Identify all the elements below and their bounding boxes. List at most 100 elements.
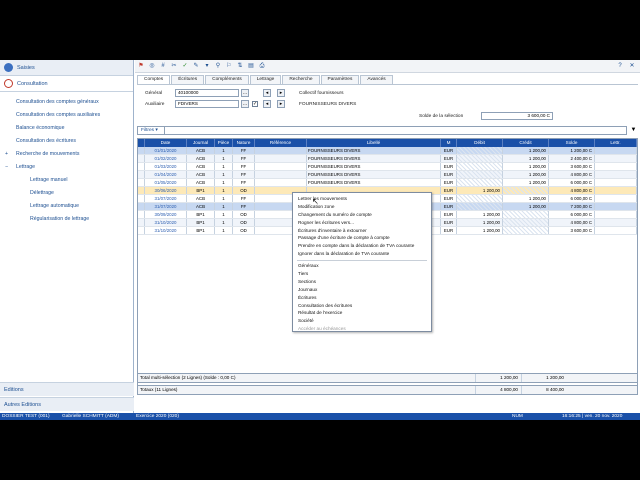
table-row[interactable]: 01/05/2020 ACB 1 FF FOURNISSEURS DIVERS EUR 1 … [138,179,637,187]
flag-icon[interactable]: ⚑ [137,62,145,70]
col-select[interactable] [138,139,145,147]
cell-credit: 1 200,00 [503,155,549,162]
sidebar-item-comptes-auxiliaires[interactable]: Consultation des comptes auxiliaires [0,108,133,121]
tools-icon[interactable]: ✂ [170,62,178,70]
sidebar-header-saisies[interactable]: Saisies [0,60,133,76]
tab-complements[interactable]: Compléments [205,75,249,84]
context-menu-item[interactable]: Tiers [293,270,431,278]
check-icon[interactable]: ✓ [181,62,189,70]
sidebar-footer-editions[interactable]: Editions [0,382,134,396]
general-browse-button[interactable]: … [241,89,249,97]
sidebar-item-lettrage-manuel[interactable]: Lettrage manuel [0,173,133,186]
auxiliaire-label: Auxiliaire [145,102,165,107]
cell-reference [255,171,307,178]
table-row[interactable]: 01/02/2020 ACB 1 FF FOURNISSEURS DIVERS EUR 1 … [138,155,637,163]
cell-m: EUR [441,219,457,226]
hash-icon[interactable]: # [159,62,167,70]
general-next-button[interactable]: ▸ [277,89,285,97]
close-icon[interactable]: ✕ [628,62,636,70]
table-row[interactable]: 01/03/2020 ACB 1 FF FOURNISSEURS DIVERS EUR 1 … [138,163,637,171]
document-icon[interactable]: ▤ [247,62,255,70]
context-menu-item[interactable]: Résultat de l'exercice [293,309,431,317]
tag-icon[interactable]: ⚐ [225,62,233,70]
sidebar-group-recherche[interactable]: + Recherche de mouvements [0,147,133,160]
col-reference[interactable]: Référence [255,139,307,147]
filter-button[interactable]: Filtres ▾ [137,126,165,135]
cell-piece: 1 [215,211,233,218]
col-lettrage[interactable]: Lettr. [595,139,637,147]
col-credit[interactable]: Crédit [503,139,549,147]
print-icon[interactable]: ⎙ [258,62,266,70]
filter-icon[interactable]: ▾ [203,62,211,70]
auxiliaire-browse-button[interactable]: … [241,100,249,108]
col-journal[interactable]: Journal [187,139,215,147]
cell-credit: 1 200,00 [503,147,549,154]
cell-lettrage [595,179,637,186]
cell-date: 01/03/2020 [145,163,187,170]
col-solde[interactable]: Solde [549,139,595,147]
col-nature[interactable]: Nature [233,139,255,147]
col-libelle[interactable]: Libellé [307,139,441,147]
search-icon[interactable]: ⚲ [214,62,222,70]
cell-credit [503,227,549,234]
tab-parametres[interactable]: Paramètres [320,75,360,84]
col-m[interactable]: M [441,139,457,147]
funnel-icon[interactable]: ▼ [629,126,638,135]
status-time: 16:16:25 | ven. 20 nov. 2020 [562,414,623,419]
context-menu-item[interactable]: Sections [293,278,431,286]
sidebar-item-delettrage[interactable]: Délettrage [0,186,133,199]
context-menu-item[interactable]: Rogner les écritures vers... [293,219,431,227]
filter-dropdown[interactable] [137,126,627,135]
general-prev-button[interactable]: ◂ [263,89,271,97]
sidebar-item-lettrage-auto[interactable]: Lettrage automatique [0,199,133,212]
col-debit[interactable]: Débit [457,139,503,147]
expand-plus-icon: + [5,150,9,157]
general-field[interactable]: 40100000 [175,89,239,97]
context-menu-item[interactable]: Écritures d'inventaire à extourner [293,227,431,235]
sidebar-group-lettrage[interactable]: − Lettrage [0,160,133,173]
context-menu-item[interactable]: Société [293,317,431,325]
context-menu-item[interactable]: Consultation des écritures [293,302,431,310]
context-menu-item[interactable]: Journaux [293,286,431,294]
cell-libelle: FOURNISSEURS DIVERS [307,179,441,186]
sidebar-item-ecritures[interactable]: Consultation des écritures [0,134,133,147]
sidebar-header-consultation[interactable]: Consultation [0,76,133,92]
context-menu-item[interactable]: Changement du numéro de compte [293,211,431,219]
tab-recherche[interactable]: Recherche [282,75,320,84]
context-menu-item[interactable]: Prendre en compte dans la déclaration de… [293,242,431,250]
auxiliaire-checkbox[interactable]: ✓ [252,101,258,107]
edit-icon[interactable]: ✎ [192,62,200,70]
tab-ecritures[interactable]: Écritures [171,75,205,84]
col-piece[interactable]: Pièce [215,139,233,147]
context-menu-item[interactable]: Écritures [293,294,431,302]
row-selector [138,227,145,234]
cell-nature: OD [233,219,255,226]
sidebar-item-balance[interactable]: Balance économique [0,121,133,134]
cell-journal: BP1 [187,219,215,226]
help-icon[interactable]: ? [616,62,624,70]
context-menu-item[interactable]: Généraux [293,262,431,270]
sidebar-item-comptes-generaux[interactable]: Consultation des comptes généraux [0,95,133,108]
cell-m: EUR [441,195,457,202]
solde-field: 3 600,00 C [481,112,553,120]
tab-lettrage[interactable]: Lettrage [249,75,282,84]
tab-comptes[interactable]: Comptes [137,75,171,84]
sort-icon[interactable]: ⇅ [236,62,244,70]
context-menu-item[interactable]: Ignorer dans la déclaration de TVA coura… [293,250,431,258]
cell-date: 31/07/2020 [145,195,187,202]
tab-avances[interactable]: Avancés [360,75,393,84]
sidebar-footer-autres-editions[interactable]: Autres Editions [0,397,134,411]
table-row[interactable]: 01/04/2020 ACB 1 FF FOURNISSEURS DIVERS EUR 1 … [138,171,637,179]
cell-lettrage [595,147,637,154]
auxiliaire-prev-button[interactable]: ◂ [263,100,271,108]
general-label: Général [145,91,163,96]
sidebar-item-regularisation[interactable]: Régularisation de lettrage [0,212,133,225]
auxiliaire-field[interactable]: FDIVERS [175,100,239,108]
cell-debit [457,203,503,210]
binoculars-icon[interactable]: ◎ [148,62,156,70]
table-row[interactable]: 01/01/2020 ACB 1 FF FOURNISSEURS DIVERS EUR 1 … [138,147,637,155]
col-date[interactable]: Date [145,139,187,147]
context-menu-item[interactable]: Passage d'une écriture de compte à compt… [293,234,431,242]
auxiliaire-next-button[interactable]: ▸ [277,100,285,108]
cell-nature: OD [233,211,255,218]
